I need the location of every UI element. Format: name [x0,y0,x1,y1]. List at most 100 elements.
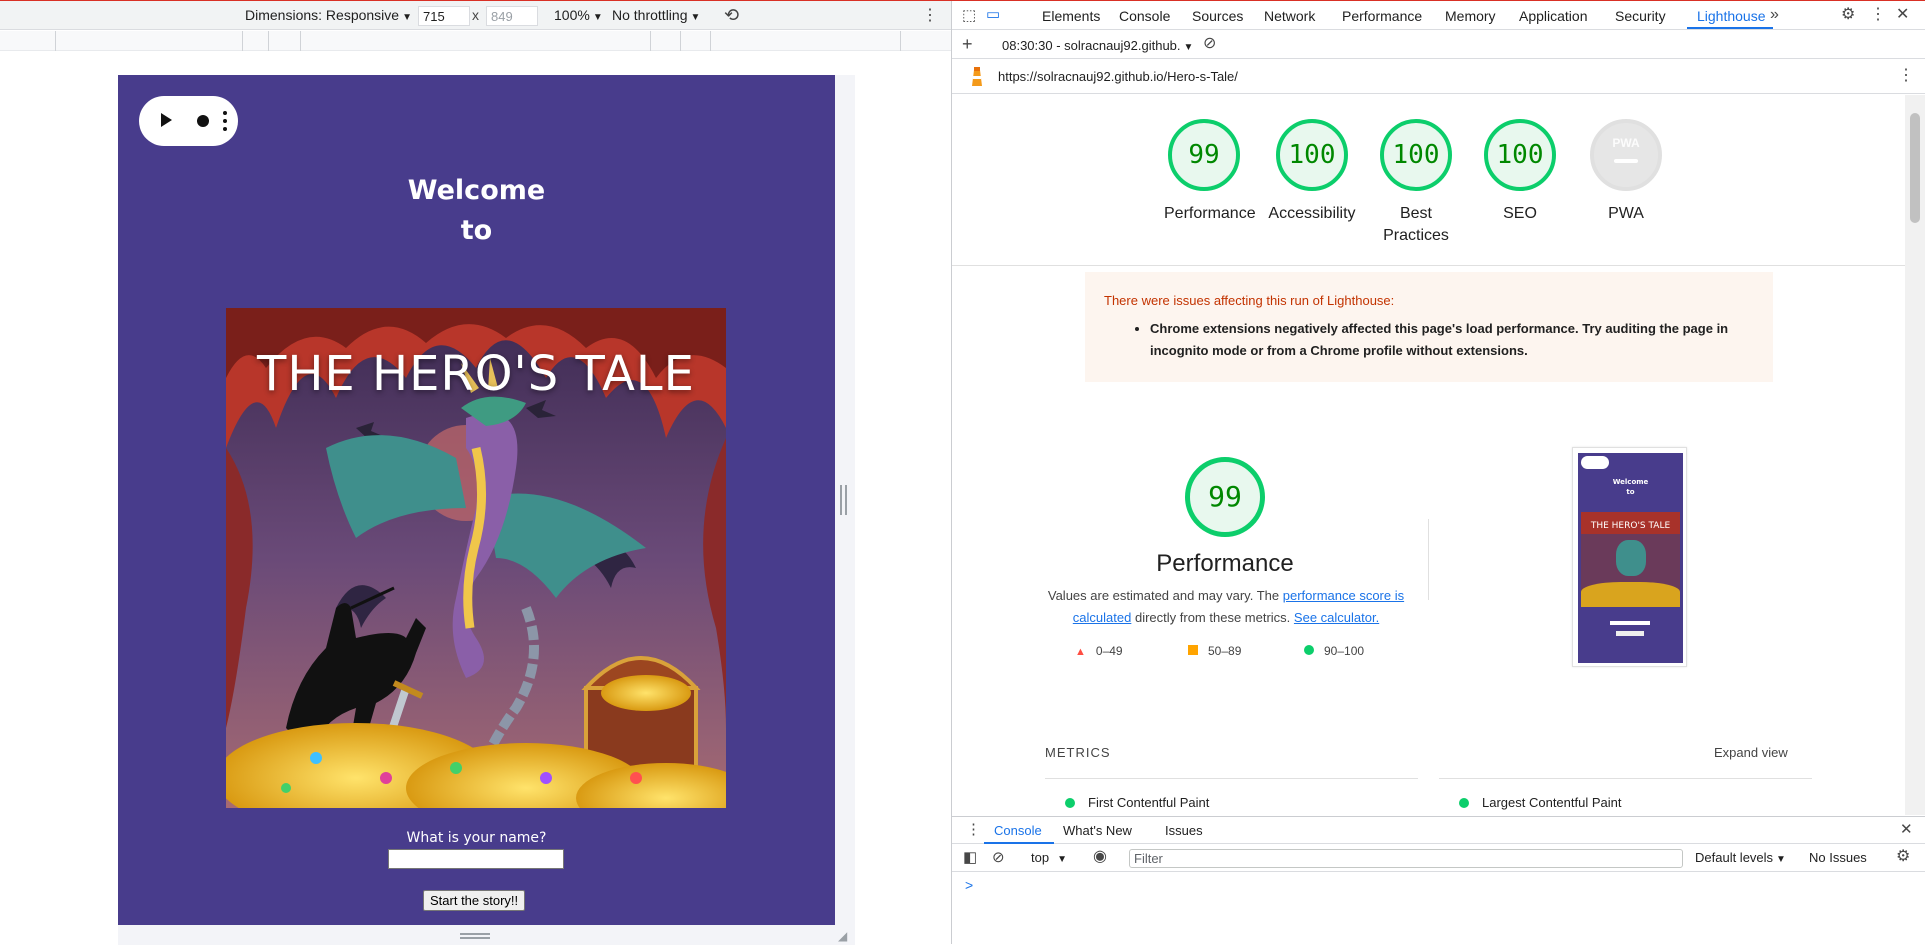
tab-lighthouse[interactable]: Lighthouse [1697,8,1766,24]
tab-performance[interactable]: Performance [1342,8,1422,24]
warning-item: Chrome extensions negatively affected th… [1150,318,1754,362]
close-icon[interactable]: ✕ [1896,7,1909,23]
height-input[interactable] [486,6,538,26]
log-levels-dropdown[interactable]: Default levels ▼ [1695,850,1786,865]
throttling-dropdown[interactable]: No throttling ▼ [612,7,700,23]
lighthouse-logo-icon [972,67,982,86]
metric-divider [1439,778,1812,779]
settings-gear-icon[interactable]: ⚙ [1841,7,1855,23]
legend-average: 50–89 [1188,644,1241,658]
thumbnail-page: Welcome to THE HERO'S TALE [1578,453,1683,663]
score-gauge-performance[interactable]: 99 Performance [1164,119,1256,225]
clear-console-icon[interactable]: ⊘ [992,850,1005,866]
score-value: 100 [1380,119,1452,191]
tab-elements[interactable]: Elements [1042,8,1100,24]
rotate-icon[interactable]: ⟲ [724,5,739,26]
drawer-tab-whats-new[interactable]: What's New [1063,823,1132,838]
tab-sources[interactable]: Sources [1192,8,1243,24]
sidebar-toggle-icon[interactable]: ◧ [963,850,977,866]
name-input[interactable] [388,849,564,869]
welcome-line-1: Welcome [407,175,546,206]
thumb-player [1581,456,1609,469]
more-vert-icon[interactable]: ⋮ [1870,7,1886,23]
divider [952,265,1905,266]
name-question-label: What is your name? [406,830,547,846]
resize-corner-icon[interactable]: ◢ [838,929,852,943]
metric-first-contentful-paint: First Contentful Paint [1065,795,1209,810]
console-filter-input[interactable]: Filter [1129,849,1683,868]
width-input[interactable] [418,6,470,26]
device-toolbar: Dimensions: Responsive▼ x 100%▼ No throt… [0,1,951,30]
tab-console[interactable]: Console [1119,8,1170,24]
plus-icon[interactable]: + [962,35,973,53]
caret-down-icon: ▼ [1057,854,1067,865]
caret-down-icon: ▼ [592,12,603,23]
legend-pass: 90–100 [1304,644,1364,658]
chevrons-right-icon[interactable]: » [1770,7,1779,23]
legend-fail: ▲ 0–49 [1075,644,1123,658]
score-label: Best Practices [1383,205,1449,244]
square-icon [1188,645,1198,655]
play-icon[interactable] [161,113,172,127]
lighthouse-toolbar: + 08:30:30 - solracnauj92.github. ▼ ⊘ [952,31,1925,59]
triangle-icon: ▲ [1075,646,1086,658]
report-selector[interactable]: 08:30:30 - solracnauj92.github. ▼ [1002,38,1193,53]
inspect-element-icon[interactable]: ⬚ [962,8,976,24]
tab-application[interactable]: Application [1519,8,1588,24]
devtools-panel: ⬚ ▭ Elements Console Sources Network Per… [951,1,1925,944]
caret-down-icon: ▼ [1183,42,1194,53]
metrics-heading: METRICS [1045,745,1111,760]
eye-icon[interactable]: ◉ [1093,849,1107,865]
issues-count[interactable]: No Issues [1809,850,1867,865]
close-drawer-icon[interactable]: ✕ [1900,822,1913,838]
record-icon[interactable] [197,115,209,127]
caret-down-icon: ▼ [402,12,412,23]
score-gauge-best-practices[interactable]: 100 Best Practices [1368,119,1464,247]
pass-circle-icon [1065,798,1075,808]
drawer-tab-issues[interactable]: Issues [1165,823,1203,838]
resize-handle-vertical[interactable] [460,933,490,939]
report-scrollbar[interactable] [1905,95,1925,815]
audio-player [139,96,238,146]
tab-memory[interactable]: Memory [1445,8,1496,24]
drawer-tab-console[interactable]: Console [994,823,1042,838]
tab-network[interactable]: Network [1264,8,1315,24]
vertical-divider [1428,519,1429,600]
run-warnings: There were issues affecting this run of … [1085,272,1773,382]
tab-security[interactable]: Security [1615,8,1666,24]
dimension-separator: x [472,7,479,23]
hero-title: THE HERO'S TALE [257,346,695,402]
metric-divider [1045,778,1418,779]
start-story-button[interactable]: Start the story!! [423,890,526,911]
score-label: Performance [1164,205,1256,222]
score-gauge-accessibility[interactable]: 100 Accessibility [1254,119,1370,225]
thumb-welcome: Welcome to [1612,478,1649,496]
console-prompt[interactable]: > [965,877,973,893]
player-menu-icon[interactable] [223,111,227,131]
final-screenshot-thumbnail[interactable]: Welcome to THE HERO'S TALE [1572,447,1687,667]
expand-view-toggle[interactable]: Expand view [1714,745,1788,760]
score-value: 99 [1168,119,1240,191]
pwa-badge-icon: PWA [1590,119,1662,191]
thumb-hero-image: THE HERO'S TALE [1581,512,1680,607]
device-toggle-icon[interactable]: ▭ [986,7,1000,23]
dimensions-dropdown[interactable]: Dimensions: Responsive ▼ [245,7,412,23]
more-vert-icon[interactable]: ⋮ [922,5,938,25]
console-settings-icon[interactable]: ⚙ [1896,849,1910,865]
see-calculator-link[interactable]: See calculator. [1294,610,1379,625]
active-tab-indicator [1687,27,1773,29]
warning-title: There were issues affecting this run of … [1104,293,1395,308]
scrollbar-thumb[interactable] [1910,113,1920,223]
zoom-dropdown[interactable]: 100% ▼ [554,7,603,23]
score-gauge-pwa[interactable]: PWA PWA [1586,119,1666,225]
report-menu-icon[interactable]: ⋮ [1898,68,1914,84]
score-gauge-seo[interactable]: 100 SEO [1480,119,1560,225]
clear-icon[interactable]: ⊘ [1203,36,1216,52]
hero-illustration: THE HERO'S TALE [226,308,726,808]
report-url[interactable]: https://solracnauj92.github.io/Hero-s-Ta… [998,69,1238,84]
context-selector[interactable]: top ▼ [1031,850,1067,865]
caret-down-icon: ▼ [690,12,701,23]
performance-description: Values are estimated and may vary. The p… [1047,588,1405,625]
drawer-menu-icon[interactable]: ⋮ [966,822,981,838]
resize-handle-horizontal[interactable] [840,485,847,515]
